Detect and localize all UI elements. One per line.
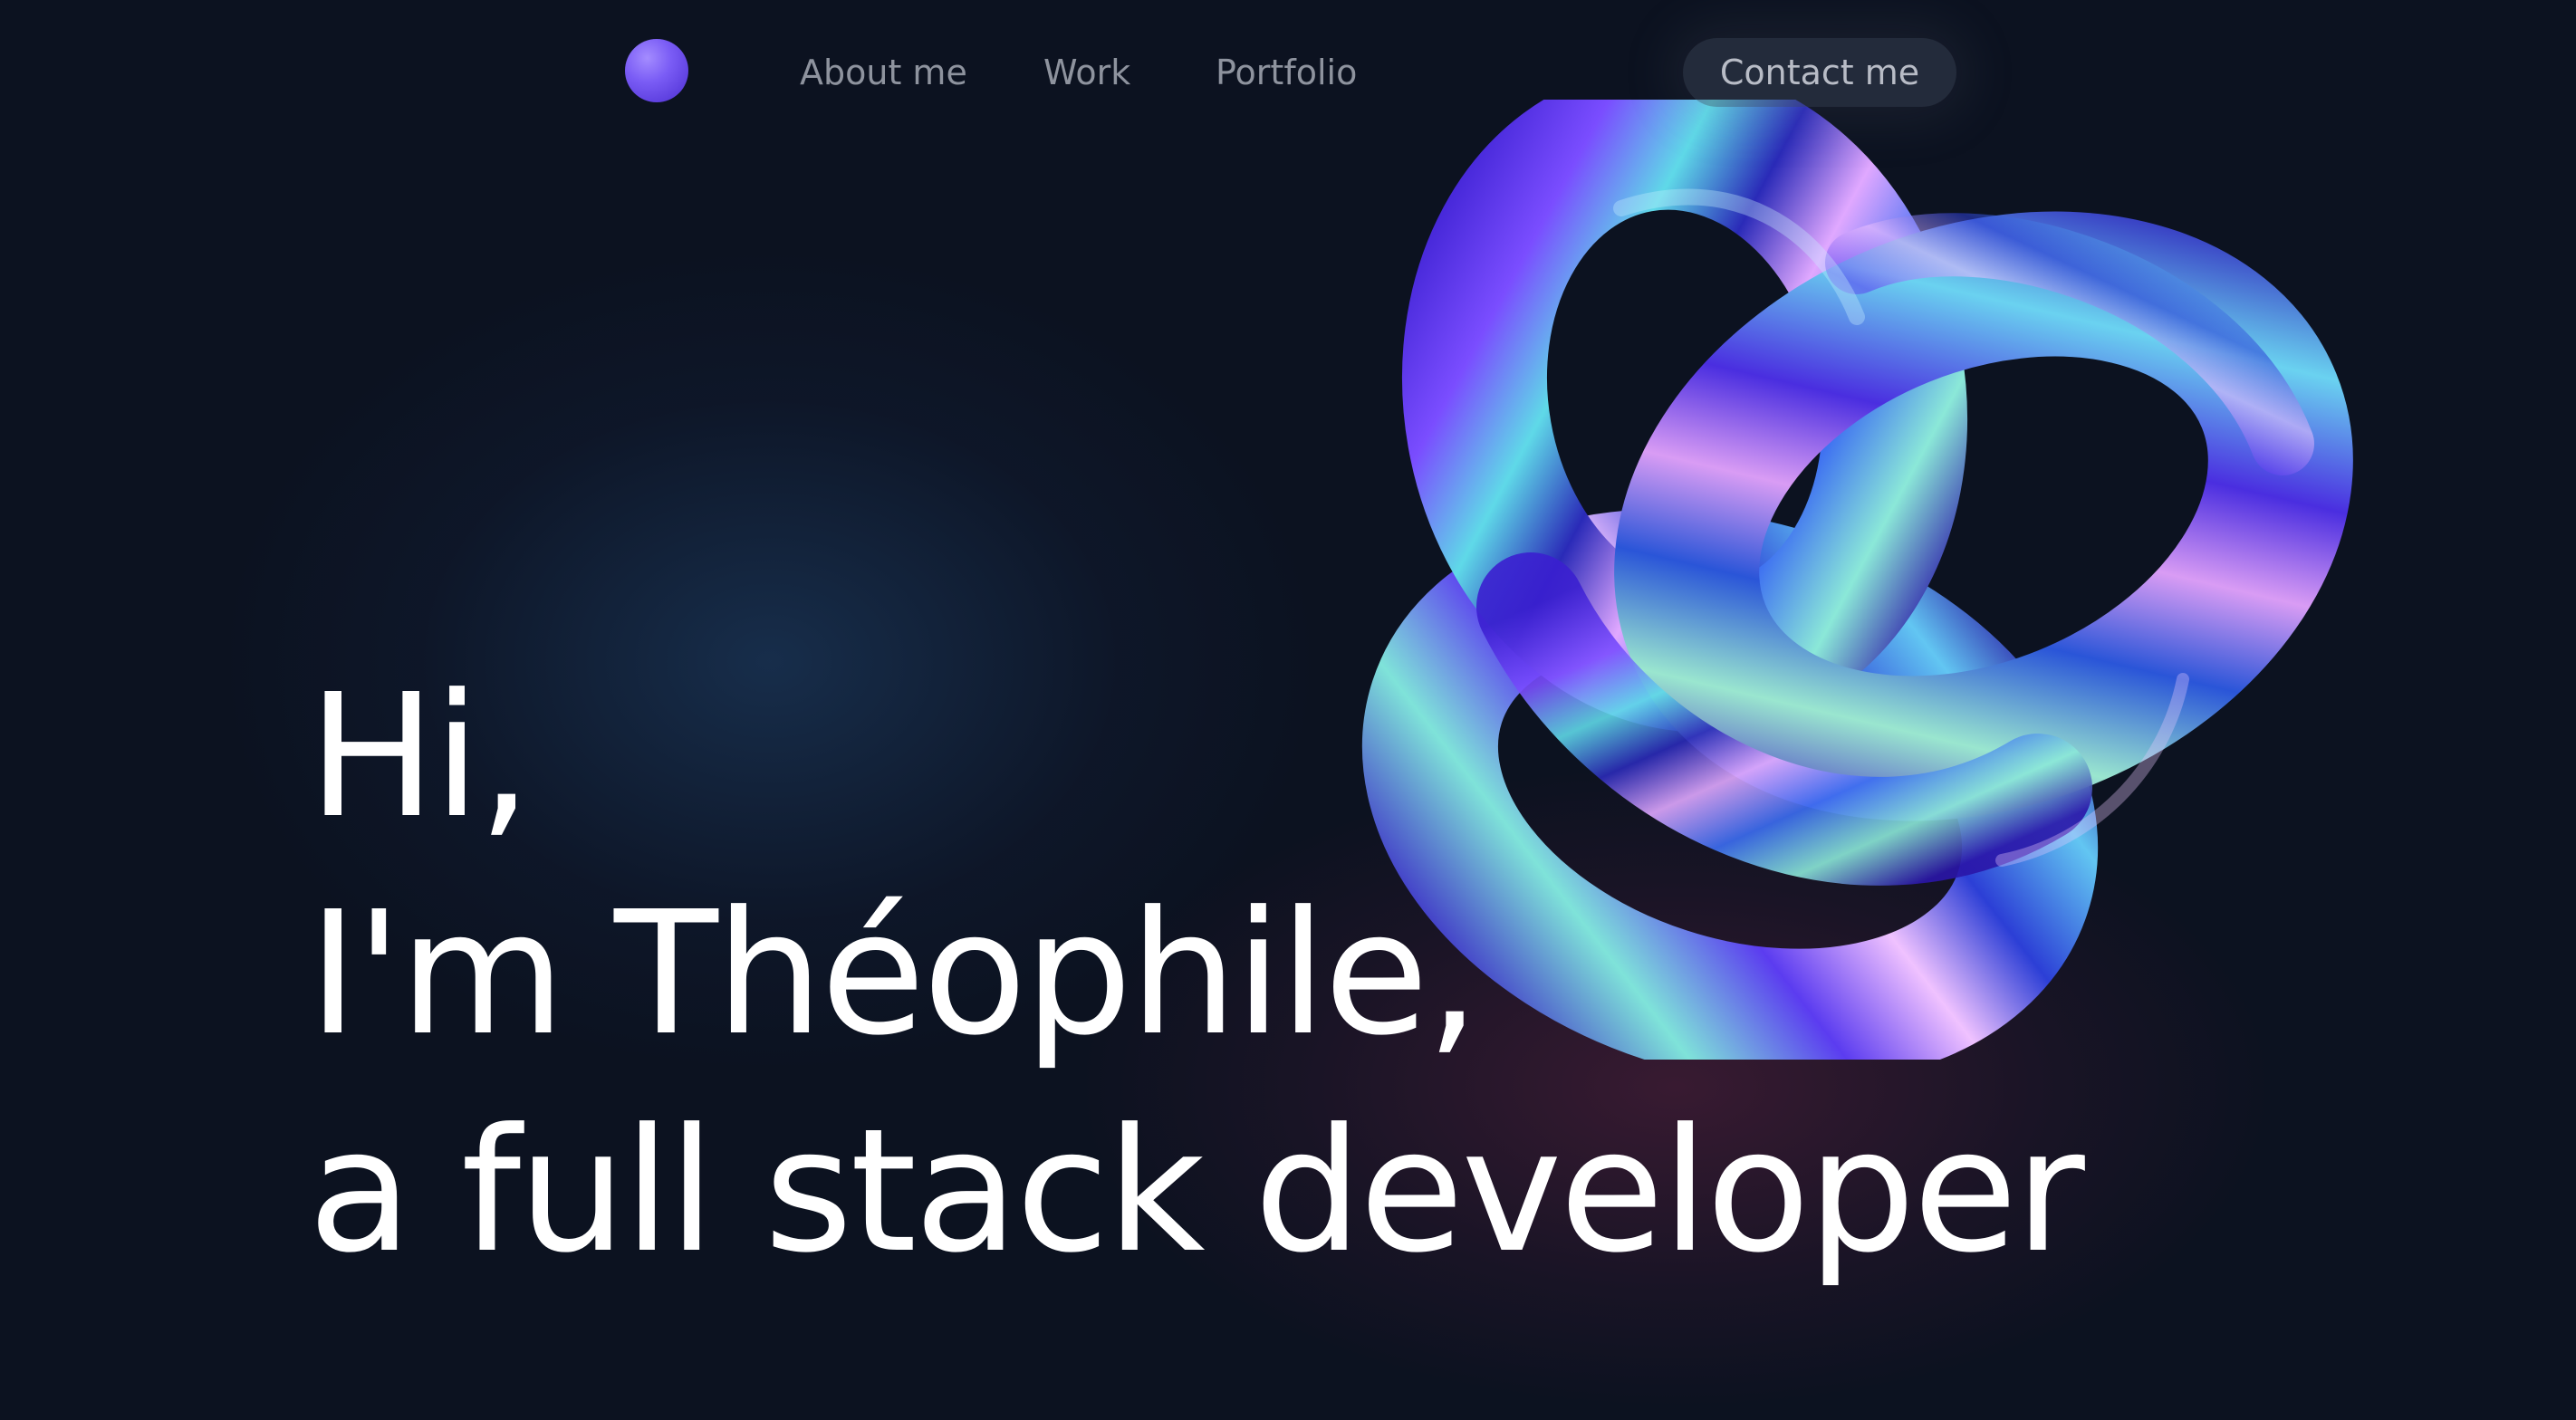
contact-me-button[interactable]: Contact me — [1683, 38, 1956, 107]
top-navigation: About me Work Portfolio Contact me — [0, 0, 2576, 145]
hero-greeting: Hi, — [308, 657, 532, 856]
hero-role: a full stack developer — [308, 1091, 2085, 1290]
nav-link-portfolio[interactable]: Portfolio — [1216, 45, 1357, 100]
hero-heading: Hi, I'm Théophile, a full stack develope… — [308, 648, 2085, 1300]
gradient-orb-logo-icon[interactable] — [625, 39, 688, 102]
hero-name: I'm Théophile, — [308, 874, 1480, 1073]
nav-link-work[interactable]: Work — [1043, 45, 1130, 100]
nav-link-about-me[interactable]: About me — [800, 45, 967, 100]
